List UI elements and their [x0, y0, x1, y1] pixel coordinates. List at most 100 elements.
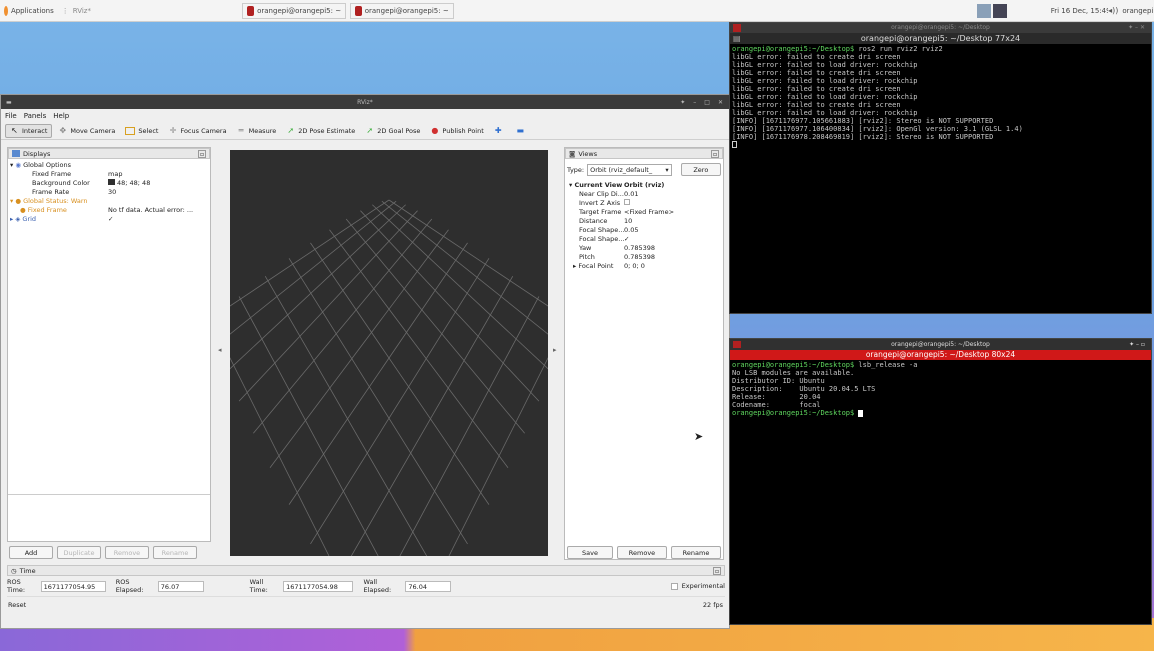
display-row-fixed-frame[interactable]: Fixed Frame map	[8, 169, 210, 178]
display-row-fixed-frame-status[interactable]: ● Fixed Frame No tf data. Actual error: .…	[8, 205, 210, 214]
remove-view-button[interactable]: Remove	[617, 546, 667, 559]
tool-select[interactable]: Select	[121, 124, 162, 138]
tool-move-camera[interactable]: ✥ Move Camera	[54, 124, 119, 138]
zero-button[interactable]: Zero	[680, 163, 721, 176]
terminal-window-2[interactable]: orangepi@orangepi5: ~/Desktop ✦ – ▫ oran…	[729, 338, 1152, 625]
display-row-background-color[interactable]: Background Color 48; 48; 48	[8, 178, 210, 187]
terminal-icon	[247, 5, 255, 16]
grid-line	[388, 199, 548, 307]
view-row[interactable]: Focal Shape... ✓	[567, 234, 723, 243]
minimize-icon[interactable]: –	[693, 99, 696, 106]
terminal-output[interactable]: orangepi@orangepi5:~/Desktop$ ros2 run r…	[730, 44, 1151, 150]
ros-elapsed-field[interactable]: 76.07	[157, 580, 204, 592]
tool-publish-point[interactable]: ● Publish Point	[426, 124, 487, 138]
terminal-tab[interactable]: orangepi@orangepi5: ~/Desktop 80x24	[730, 350, 1151, 360]
display-row-frame-rate[interactable]: Frame Rate 30	[8, 187, 210, 196]
map-pin-icon: ●	[431, 126, 439, 135]
fps-display: 22 fps	[702, 600, 723, 609]
view-row[interactable]: ▾ Current View Orbit (rviz)	[567, 180, 723, 189]
tool-2d-goal-pose[interactable]: ➚ 2D Goal Pose	[361, 124, 424, 138]
view-row[interactable]: Focal Shape... 0.05	[567, 225, 723, 234]
ros-time-field[interactable]: 1671177054.95	[40, 580, 106, 592]
terminal-window-1[interactable]: orangepi@orangepi5: ~/Desktop ✦ – ✕ ▤ or…	[729, 22, 1152, 314]
save-view-button[interactable]: Save	[567, 546, 613, 559]
render-viewport[interactable]	[230, 150, 548, 556]
remove-display-button[interactable]: Remove	[105, 546, 149, 559]
view-type-select[interactable]: Orbit (rviz_default_ ▾	[587, 163, 672, 176]
maximize-icon[interactable]: □	[704, 99, 710, 106]
panel-close-icon[interactable]: ▫	[713, 567, 721, 575]
reset-button[interactable]: Reset	[7, 601, 26, 609]
grid-line	[345, 218, 525, 434]
add-display-button[interactable]: Add	[9, 546, 53, 559]
terminal-titlebar[interactable]: orangepi@orangepi5: ~/Desktop ✦ – ✕	[730, 23, 1151, 33]
view-properties: ▾ Current View Orbit (rviz) Near Clip Di.…	[565, 180, 723, 270]
view-row[interactable]: Pitch 0.785398	[567, 252, 723, 261]
workspace-1[interactable]	[976, 3, 991, 18]
ruler-icon: ═	[238, 126, 244, 135]
grid-enabled-checkbox[interactable]: ✓	[108, 215, 210, 223]
grid-line	[350, 275, 514, 556]
display-row-global-status[interactable]: ▾ ● Global Status: Warn	[8, 196, 210, 205]
cursor	[858, 409, 864, 417]
displays-panel: Displays ▫ ▾ ◉ Global Options Fixed Fram…	[7, 147, 211, 559]
view-row[interactable]: Invert Z Axis	[567, 198, 723, 207]
tool-2d-pose-estimate[interactable]: ➚ 2D Pose Estimate	[282, 124, 359, 138]
move-icon: ✥	[59, 126, 67, 135]
globe-icon: ◉	[15, 160, 24, 169]
collapse-right-arrow[interactable]: ▸	[553, 346, 557, 354]
grid-line	[253, 218, 433, 434]
terminal-titlebar[interactable]: orangepi@orangepi5: ~/Desktop ✦ – ▫	[730, 339, 1151, 350]
panel-close-icon[interactable]: ▫	[711, 150, 719, 158]
terminal-output[interactable]: orangepi@orangepi5:~/Desktop$ lsb_releas…	[730, 360, 1151, 418]
window-titlebar[interactable]: ▬ RViz* ✦ – □ ✕	[1, 95, 729, 109]
focus-icon: ✛	[169, 126, 177, 135]
menu-help[interactable]: Help	[53, 112, 69, 120]
close-icon[interactable]: ✕	[718, 99, 723, 106]
remove-tool-button[interactable]: ▬	[512, 124, 532, 138]
tool-measure[interactable]: ═ Measure	[233, 124, 281, 138]
user-menu[interactable]: orangepi	[1118, 3, 1154, 19]
workspace-2[interactable]	[992, 3, 1007, 18]
rename-view-button[interactable]: Rename	[671, 546, 721, 559]
top-panel: Applications ⋮ RViz* orangepi@orangepi5:…	[0, 0, 1154, 22]
wall-elapsed-field[interactable]: 76.04	[405, 580, 452, 592]
rename-display-button[interactable]: Rename	[153, 546, 197, 559]
task-rviz[interactable]: ⋮ RViz*	[58, 3, 159, 19]
task-terminal-2[interactable]: orangepi@orangepi5: ~	[350, 2, 454, 19]
views-panel: ◙ Views ▫ Type: Orbit (rviz_default_ ▾ Ze…	[564, 147, 724, 560]
collapse-left-arrow[interactable]: ◂	[218, 346, 222, 354]
duplicate-display-button[interactable]: Duplicate	[57, 546, 101, 559]
displays-icon	[12, 150, 20, 157]
display-row-global-options[interactable]: ▾ ◉ Global Options	[8, 160, 210, 169]
terminal-tab[interactable]: ▤ orangepi@orangepi5: ~/Desktop 77x24	[730, 33, 1151, 44]
color-swatch[interactable]	[108, 178, 115, 185]
clock[interactable]: Fri 16 Dec, 15:49	[1047, 3, 1108, 19]
grid-line	[329, 229, 509, 468]
window-controls[interactable]: ✦ – ✕	[1128, 23, 1145, 33]
task-terminal-1[interactable]: orangepi@orangepi5: ~	[242, 2, 347, 19]
add-tool-button[interactable]: ✚	[490, 124, 510, 138]
applications-menu[interactable]: Applications	[0, 3, 58, 19]
workspace-switcher[interactable]	[976, 3, 1007, 18]
green-arrow-icon: ➚	[366, 126, 374, 135]
displays-header: Displays ▫	[8, 148, 210, 159]
window-controls[interactable]: ✦ – ▫	[1129, 339, 1145, 350]
wall-time-field[interactable]: 1671177054.98	[283, 580, 354, 592]
camera-icon: ◙	[569, 149, 576, 158]
shade-icon[interactable]: ✦	[680, 99, 685, 106]
menu-file[interactable]: File	[5, 112, 17, 120]
view-row[interactable]: Distance 10	[567, 216, 723, 225]
experimental-checkbox[interactable]	[671, 582, 678, 590]
view-row[interactable]: Near Clip Di... 0.01	[567, 189, 723, 198]
display-row-grid[interactable]: ▸ ◈ Grid ✓	[8, 214, 210, 223]
menu-panels[interactable]: Panels	[24, 112, 47, 120]
view-row[interactable]: Target Frame <Fixed Frame>	[567, 207, 723, 216]
tool-focus-camera[interactable]: ✛ Focus Camera	[164, 124, 230, 138]
tool-interact[interactable]: ↖ Interact	[5, 123, 53, 138]
panel-close-icon[interactable]: ▫	[198, 150, 206, 158]
volume-icon[interactable]: ◂))	[1108, 6, 1118, 15]
invert-z-checkbox[interactable]	[624, 198, 723, 207]
view-row[interactable]: ▸ Focal Point 0; 0; 0	[567, 261, 723, 270]
view-row[interactable]: Yaw 0.785398	[567, 243, 723, 252]
